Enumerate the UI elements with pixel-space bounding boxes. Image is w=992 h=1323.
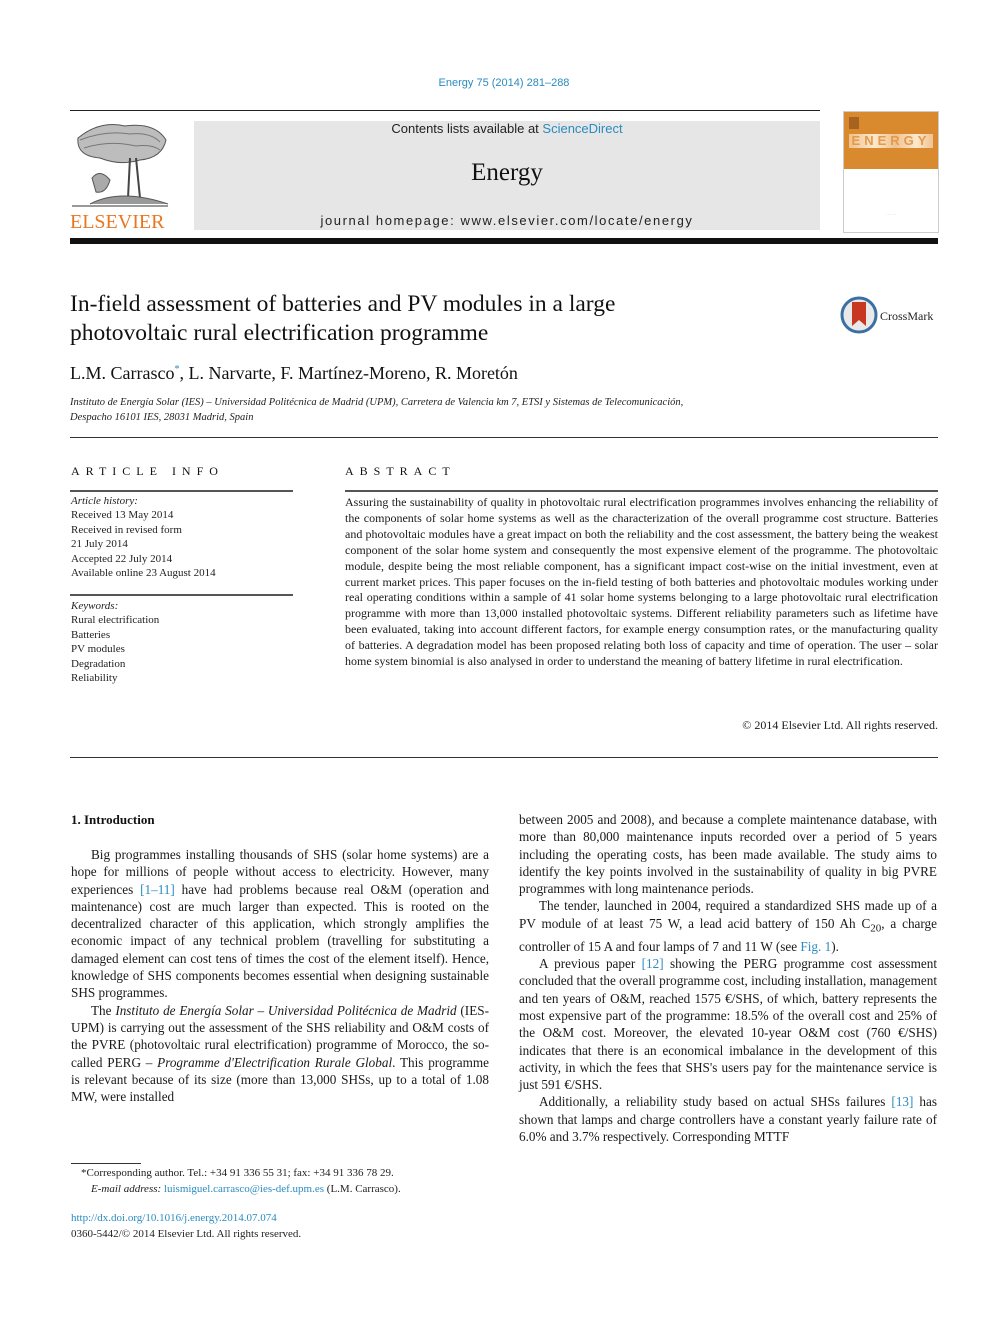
paragraph: Additionally, a reliability study based … bbox=[519, 1093, 937, 1145]
author-name[interactable]: L.M. Carrasco bbox=[70, 363, 174, 383]
author-names-rest: , L. Narvarte, F. Martínez-Moreno, R. Mo… bbox=[179, 363, 518, 383]
paragraph: Big programmes installing thousands of S… bbox=[71, 846, 489, 1002]
body-column-right: between 2005 and 2008), and because a co… bbox=[519, 811, 937, 1145]
keyword-item: Batteries bbox=[71, 628, 111, 641]
abstract-end-rule bbox=[70, 757, 938, 758]
email-suffix: (L.M. Carrasco). bbox=[324, 1182, 401, 1195]
footnote: *Corresponding author. Tel.: +34 91 336 … bbox=[71, 1166, 511, 1197]
keyword-item: Reliability bbox=[71, 672, 118, 685]
body-column-left: Big programmes installing thousands of S… bbox=[71, 846, 489, 1105]
sciencedirect-link[interactable]: ScienceDirect bbox=[542, 121, 622, 136]
history-item: Available online 23 August 2014 bbox=[71, 567, 216, 580]
section-divider bbox=[70, 437, 938, 438]
reference-link[interactable]: [13] bbox=[891, 1094, 913, 1109]
crossmark-badge[interactable]: CrossMark bbox=[840, 296, 940, 334]
article-info-heading: ARTICLE INFO bbox=[71, 464, 224, 478]
figure-link[interactable]: Fig. 1 bbox=[800, 939, 831, 954]
history-item: Accepted 22 July 2014 bbox=[71, 552, 173, 565]
header-thick-rule bbox=[70, 238, 938, 244]
history-item: 21 July 2014 bbox=[71, 538, 128, 551]
abstract-text: Assuring the sustainability of quality i… bbox=[345, 495, 938, 669]
history-label: Article history: bbox=[71, 495, 138, 507]
text-run: Additionally, a reliability study based … bbox=[539, 1094, 892, 1110]
footnote-rule bbox=[71, 1163, 141, 1164]
contents-prefix: Contents lists available at bbox=[391, 121, 543, 136]
text-run: showing the PERG programme cost assessme… bbox=[519, 956, 937, 1093]
author-list: L.M. Carrasco*, L. Narvarte, F. Martínez… bbox=[70, 363, 518, 384]
abstract-copyright: © 2014 Elsevier Ltd. All rights reserved… bbox=[742, 718, 938, 732]
paragraph: The Instituto de Energía Solar – Univers… bbox=[71, 1002, 489, 1106]
crossmark-icon bbox=[840, 296, 878, 334]
title-line-1: In-field assessment of batteries and PV … bbox=[70, 291, 616, 317]
reference-link[interactable]: [12] bbox=[642, 956, 664, 971]
keyword-item: Rural electrification bbox=[71, 614, 160, 627]
doi-link[interactable]: http://dx.doi.org/10.1016/j.energy.2014.… bbox=[71, 1212, 277, 1224]
corresponding-author-note: *Corresponding author. Tel.: +34 91 336 … bbox=[81, 1167, 394, 1179]
issn-copyright: 0360-5442/© 2014 Elsevier Ltd. All right… bbox=[71, 1227, 302, 1240]
title-line-2: photovoltaic rural electrification progr… bbox=[70, 320, 489, 346]
journal-citation[interactable]: Energy 75 (2014) 281–288 bbox=[0, 77, 992, 89]
cover-publisher-icon bbox=[849, 117, 859, 129]
abstract-heading: ABSTRACT bbox=[345, 464, 456, 478]
elsevier-tree-icon bbox=[70, 118, 170, 210]
contents-available: Contents lists available at ScienceDirec… bbox=[194, 121, 820, 136]
journal-name: Energy bbox=[471, 159, 543, 186]
section-heading-introduction: 1. Introduction bbox=[71, 812, 155, 827]
email-link[interactable]: luismiguel.carrasco@ies-def.upm.es bbox=[164, 1183, 324, 1195]
cover-title: ENERGY bbox=[851, 133, 931, 148]
article-history: Article history: Received 13 May 2014 Re… bbox=[71, 494, 293, 580]
text-run: The bbox=[91, 1002, 116, 1018]
text-run: ). bbox=[831, 938, 839, 954]
text-run: A previous paper bbox=[539, 956, 642, 972]
article-title: In-field assessment of batteries and PV … bbox=[70, 290, 810, 348]
paragraph: between 2005 and 2008), and because a co… bbox=[519, 812, 937, 897]
keyword-item: PV modules bbox=[71, 643, 125, 656]
programme-name: Programme d'Electrification Rurale Globa… bbox=[157, 1054, 393, 1070]
history-item: Received in revised form bbox=[71, 523, 182, 536]
keyword-item: Degradation bbox=[71, 657, 126, 670]
keywords-rule bbox=[70, 594, 293, 596]
cover-footer-text: · · · · · bbox=[885, 212, 897, 217]
subscript: 20 bbox=[870, 922, 882, 935]
paragraph: The tender, launched in 2004, required a… bbox=[519, 897, 937, 955]
affiliation-line-2: Despacho 16101 IES, 28031 Madrid, Spain bbox=[70, 411, 254, 423]
journal-cover-thumbnail[interactable]: ENERGY · · · · · bbox=[843, 111, 939, 233]
email-label: E-mail address: bbox=[91, 1182, 164, 1195]
affiliation: Instituto de Energía Solar (IES) – Unive… bbox=[70, 396, 830, 425]
text-run: have had problems because real O&M (oper… bbox=[71, 881, 489, 1001]
header-top-rule bbox=[70, 110, 820, 111]
affiliation-line-1: Instituto de Energía Solar (IES) – Unive… bbox=[70, 397, 684, 408]
institution-name: Instituto de Energía Solar – Universidad… bbox=[115, 1002, 457, 1018]
elsevier-logo[interactable]: ELSEVIER bbox=[70, 118, 172, 233]
crossmark-label: CrossMark bbox=[880, 309, 934, 323]
article-info-rule bbox=[70, 490, 293, 492]
doi-block: http://dx.doi.org/10.1016/j.energy.2014.… bbox=[71, 1211, 301, 1242]
journal-homepage[interactable]: journal homepage: www.elsevier.com/locat… bbox=[194, 213, 820, 228]
paragraph: A previous paper [12] showing the PERG p… bbox=[519, 955, 937, 1093]
reference-link[interactable]: [1–11] bbox=[140, 882, 175, 897]
history-item: Received 13 May 2014 bbox=[71, 509, 174, 522]
keywords-label: Keywords: bbox=[71, 600, 119, 612]
email-line: E-mail address: luismiguel.carrasco@ies-… bbox=[71, 1182, 511, 1198]
abstract-rule bbox=[345, 490, 938, 492]
journal-banner: Contents lists available at ScienceDirec… bbox=[194, 121, 820, 230]
keywords: Keywords: Rural electrification Batterie… bbox=[71, 599, 293, 685]
elsevier-wordmark: ELSEVIER bbox=[70, 211, 165, 233]
